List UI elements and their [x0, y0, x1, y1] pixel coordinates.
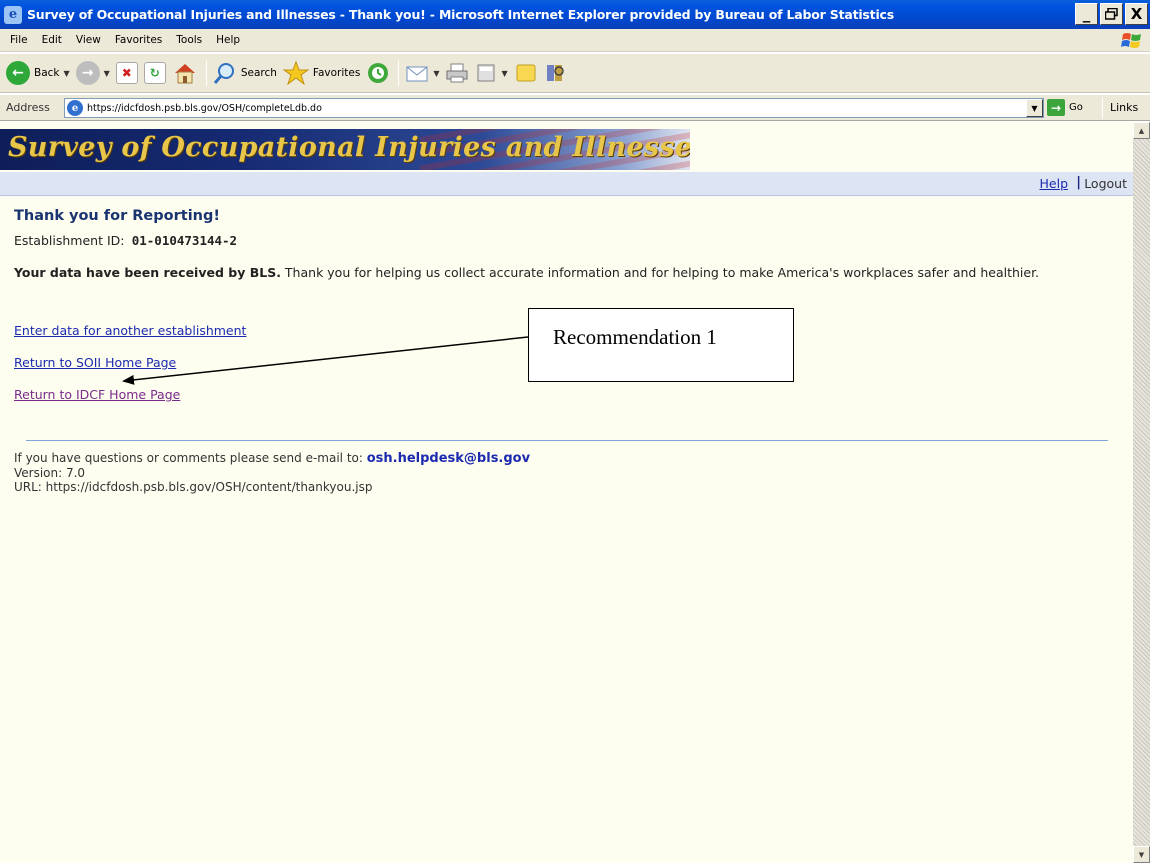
search-icon [213, 63, 234, 84]
back-label: Back [34, 67, 60, 79]
discuss-button[interactable] [514, 62, 538, 84]
page-content: Survey of Occupational Injuries and Illn… [0, 122, 1133, 863]
banner-image: Survey of Occupational Injuries and Illn… [0, 129, 690, 170]
establishment-id: 01-010473144-2 [131, 233, 238, 248]
media-button[interactable] [366, 61, 390, 85]
dropdown-arrow-icon[interactable]: ▼ [501, 69, 507, 78]
research-icon [546, 65, 564, 81]
print-button[interactable] [445, 62, 469, 84]
establishment-line: Establishment ID: 01-010473144-2 [14, 233, 237, 248]
stop-icon: ✖ [115, 62, 138, 84]
dropdown-arrow-icon[interactable]: ▼ [64, 69, 70, 78]
back-arrow-icon: ← [6, 61, 30, 85]
recommendation-callout: Recommendation 1 [528, 308, 794, 382]
mail-button[interactable]: ▼ [405, 62, 439, 84]
footer-questions-text: If you have questions or comments please… [14, 451, 367, 465]
idcf-home-link[interactable]: Return to IDCF Home Page [14, 387, 180, 402]
favorites-star-icon [282, 61, 309, 85]
header-nav-strip: Help | Logout [0, 172, 1133, 196]
address-label: Address [6, 101, 50, 114]
menu-bar: File Edit View Favorites Tools Help [0, 29, 1150, 52]
print-icon [446, 63, 468, 83]
dropdown-arrow-icon[interactable]: ▼ [104, 69, 110, 78]
footer-contact-line: If you have questions or comments please… [14, 451, 530, 466]
go-label: Go [1069, 102, 1083, 113]
go-arrow-icon: → [1047, 99, 1065, 116]
restore-icon [1105, 8, 1118, 20]
address-bar: Address e https://idcfdosh.psb.bls.gov/O… [0, 94, 1150, 121]
menu-file[interactable]: File [0, 34, 35, 46]
scroll-up-button[interactable]: ▲ [1133, 122, 1150, 139]
window-title-bar: e Survey of Occupational Injuries and Il… [0, 0, 1150, 29]
close-button[interactable]: X [1125, 3, 1148, 25]
links-button[interactable]: Links [1110, 101, 1138, 114]
standard-toolbar: ← Back ▼ → ▼ ✖ ↻ Search Favorites ▼ ▼ [0, 53, 1150, 93]
home-icon [174, 64, 195, 84]
page-footer: If you have questions or comments please… [14, 451, 530, 494]
menu-edit[interactable]: Edit [35, 34, 69, 46]
confirmation-bold: Your data have been received by BLS. [14, 265, 281, 280]
search-button[interactable]: Search [213, 61, 277, 85]
footer-divider [26, 440, 1108, 441]
menu-view[interactable]: View [69, 34, 108, 46]
search-label: Search [240, 67, 277, 79]
site-banner: Survey of Occupational Injuries and Illn… [0, 122, 1133, 172]
toolbar-separator [205, 60, 207, 86]
confirmation-text: Thank you for helping us collect accurat… [280, 265, 1040, 280]
toolbar-separator [398, 60, 400, 86]
back-button[interactable]: ← Back ▼ [6, 61, 70, 85]
vertical-scrollbar[interactable]: ▲ ▼ [1133, 122, 1150, 863]
ie-window-icon[interactable]: e [4, 5, 22, 24]
history-icon [368, 63, 389, 83]
research-button[interactable] [544, 61, 568, 85]
maximize-button[interactable] [1100, 3, 1123, 25]
logout-link[interactable]: Logout [1084, 176, 1127, 191]
favorites-label: Favorites [312, 67, 361, 79]
forward-button[interactable]: → ▼ [75, 61, 110, 85]
helpdesk-email-link[interactable]: osh.helpdesk@bls.gov [367, 451, 530, 466]
menu-favorites[interactable]: Favorites [108, 34, 169, 46]
scroll-down-button[interactable]: ▼ [1133, 846, 1150, 863]
soii-home-link[interactable]: Return to SOII Home Page [14, 355, 176, 370]
stop-button[interactable]: ✖ [115, 62, 138, 84]
favorites-button[interactable]: Favorites [282, 61, 361, 85]
help-link[interactable]: Help [1040, 176, 1069, 191]
menu-tools[interactable]: Tools [169, 34, 209, 46]
links-separator [1102, 97, 1103, 119]
menu-help[interactable]: Help [209, 34, 247, 46]
window-controls: _ X [1075, 3, 1148, 25]
go-button[interactable]: → Go [1047, 99, 1083, 116]
enter-another-establishment-link[interactable]: Enter data for another establishment [14, 323, 246, 338]
establishment-label: Establishment ID: [14, 233, 125, 248]
confirmation-message: Your data have been received by BLS. Tha… [14, 265, 1094, 280]
address-dropdown-button[interactable]: ▼ [1026, 99, 1043, 117]
windows-logo-icon [1121, 33, 1141, 48]
refresh-icon: ↻ [143, 62, 166, 84]
minimize-button[interactable]: _ [1075, 3, 1098, 25]
address-url[interactable]: https://idcfdosh.psb.bls.gov/OSH/complet… [87, 103, 322, 114]
forward-arrow-icon: → [75, 61, 100, 85]
edit-button[interactable]: ▼ [475, 62, 508, 84]
refresh-button[interactable]: ↻ [143, 62, 166, 84]
banner-title: Survey of Occupational Injuries and Illn… [8, 132, 690, 163]
address-input[interactable]: e https://idcfdosh.psb.bls.gov/OSH/compl… [64, 98, 1044, 118]
nav-separator: | [1076, 175, 1081, 190]
window-title: Survey of Occupational Injuries and Illn… [27, 7, 894, 22]
dropdown-arrow-icon[interactable]: ▼ [433, 69, 439, 78]
home-button[interactable] [172, 61, 198, 85]
page-title: Thank you for Reporting! [14, 208, 220, 224]
note-icon [516, 64, 536, 82]
edit-page-icon [477, 64, 495, 82]
mail-icon [406, 66, 428, 82]
footer-version: Version: 7.0 [14, 466, 86, 480]
footer-url: URL: https://idcfdosh.psb.bls.gov/OSH/co… [14, 480, 373, 494]
page-icon: e [67, 100, 83, 116]
